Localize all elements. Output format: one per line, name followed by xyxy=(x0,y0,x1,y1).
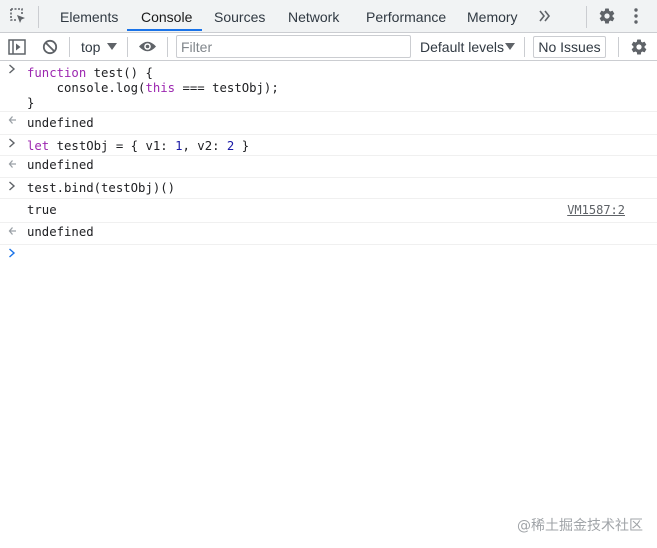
toolbar-divider-2 xyxy=(127,37,128,57)
tab-performance[interactable]: Performance xyxy=(366,0,446,32)
tabbar-divider-right xyxy=(586,6,587,28)
code-line[interactable]: console.log(this === testObj); xyxy=(0,81,657,96)
source-link[interactable]: VM1587:2 xyxy=(567,203,625,218)
watermark: @稀土掘金技术社区 xyxy=(517,518,643,534)
input-chevron-icon xyxy=(8,135,20,148)
code-line[interactable]: test.bind(testObj)() xyxy=(0,181,657,196)
console-result-entry: undefined xyxy=(0,156,657,178)
toolbar-divider-4 xyxy=(524,37,525,57)
console-toolbar: top Default levels No Issues xyxy=(0,33,657,61)
levels-selector[interactable]: Default levels xyxy=(420,33,504,61)
settings-icon[interactable] xyxy=(598,7,616,25)
result-value[interactable]: undefined xyxy=(0,225,657,240)
issues-button[interactable]: No Issues xyxy=(533,36,606,58)
code-line[interactable]: function test() { xyxy=(0,66,657,81)
result-arrow-icon xyxy=(8,223,20,236)
console-input-entry: let testObj = { v1: 1, v2: 2 } xyxy=(0,135,657,156)
tab-elements[interactable]: Elements xyxy=(60,0,118,32)
context-selector[interactable]: top xyxy=(81,33,100,61)
code-line[interactable]: let testObj = { v1: 1, v2: 2 } xyxy=(0,139,657,154)
toolbar-divider xyxy=(69,37,70,57)
console-log-entry: true VM1587:2 xyxy=(0,199,657,223)
console-settings-icon[interactable] xyxy=(630,38,648,56)
filter-input[interactable] xyxy=(176,35,411,58)
active-tab-indicator xyxy=(127,29,202,31)
result-arrow-icon xyxy=(8,112,20,125)
more-tabs-icon[interactable] xyxy=(538,10,552,22)
console-input-entry: test.bind(testObj)() xyxy=(0,178,657,199)
kebab-menu-icon[interactable] xyxy=(633,7,639,25)
tab-sources[interactable]: Sources xyxy=(214,0,265,32)
inspect-element-icon[interactable] xyxy=(9,7,27,25)
result-value[interactable]: undefined xyxy=(0,116,657,131)
log-value[interactable]: true xyxy=(0,203,657,218)
sidebar-toggle-icon[interactable] xyxy=(8,39,26,55)
console-result-entry: undefined xyxy=(0,223,657,245)
code-line[interactable]: } xyxy=(0,96,657,111)
input-chevron-icon xyxy=(8,178,20,191)
active-prompt-chevron-icon xyxy=(8,245,20,258)
tab-memory[interactable]: Memory xyxy=(467,0,518,32)
clear-console-icon[interactable] xyxy=(42,39,58,55)
console-result-entry: undefined xyxy=(0,112,657,135)
console-output: function test() { console.log(this === t… xyxy=(0,61,657,267)
live-expression-eye-icon[interactable] xyxy=(138,40,157,53)
context-dropdown-icon[interactable] xyxy=(107,43,117,51)
console-input-entry: function test() { console.log(this === t… xyxy=(0,61,657,112)
result-arrow-icon xyxy=(8,156,20,169)
input-chevron-icon xyxy=(8,61,20,74)
result-value[interactable]: undefined xyxy=(0,158,657,173)
console-prompt[interactable] xyxy=(0,245,657,267)
toolbar-divider-3 xyxy=(167,37,168,57)
tab-network[interactable]: Network xyxy=(288,0,339,32)
toolbar-divider-5 xyxy=(618,37,619,57)
levels-dropdown-icon[interactable] xyxy=(505,43,515,51)
tabbar-divider xyxy=(38,6,39,28)
devtools-tabbar: Elements Console Sources Network Perform… xyxy=(0,0,657,33)
tab-console[interactable]: Console xyxy=(141,0,192,32)
